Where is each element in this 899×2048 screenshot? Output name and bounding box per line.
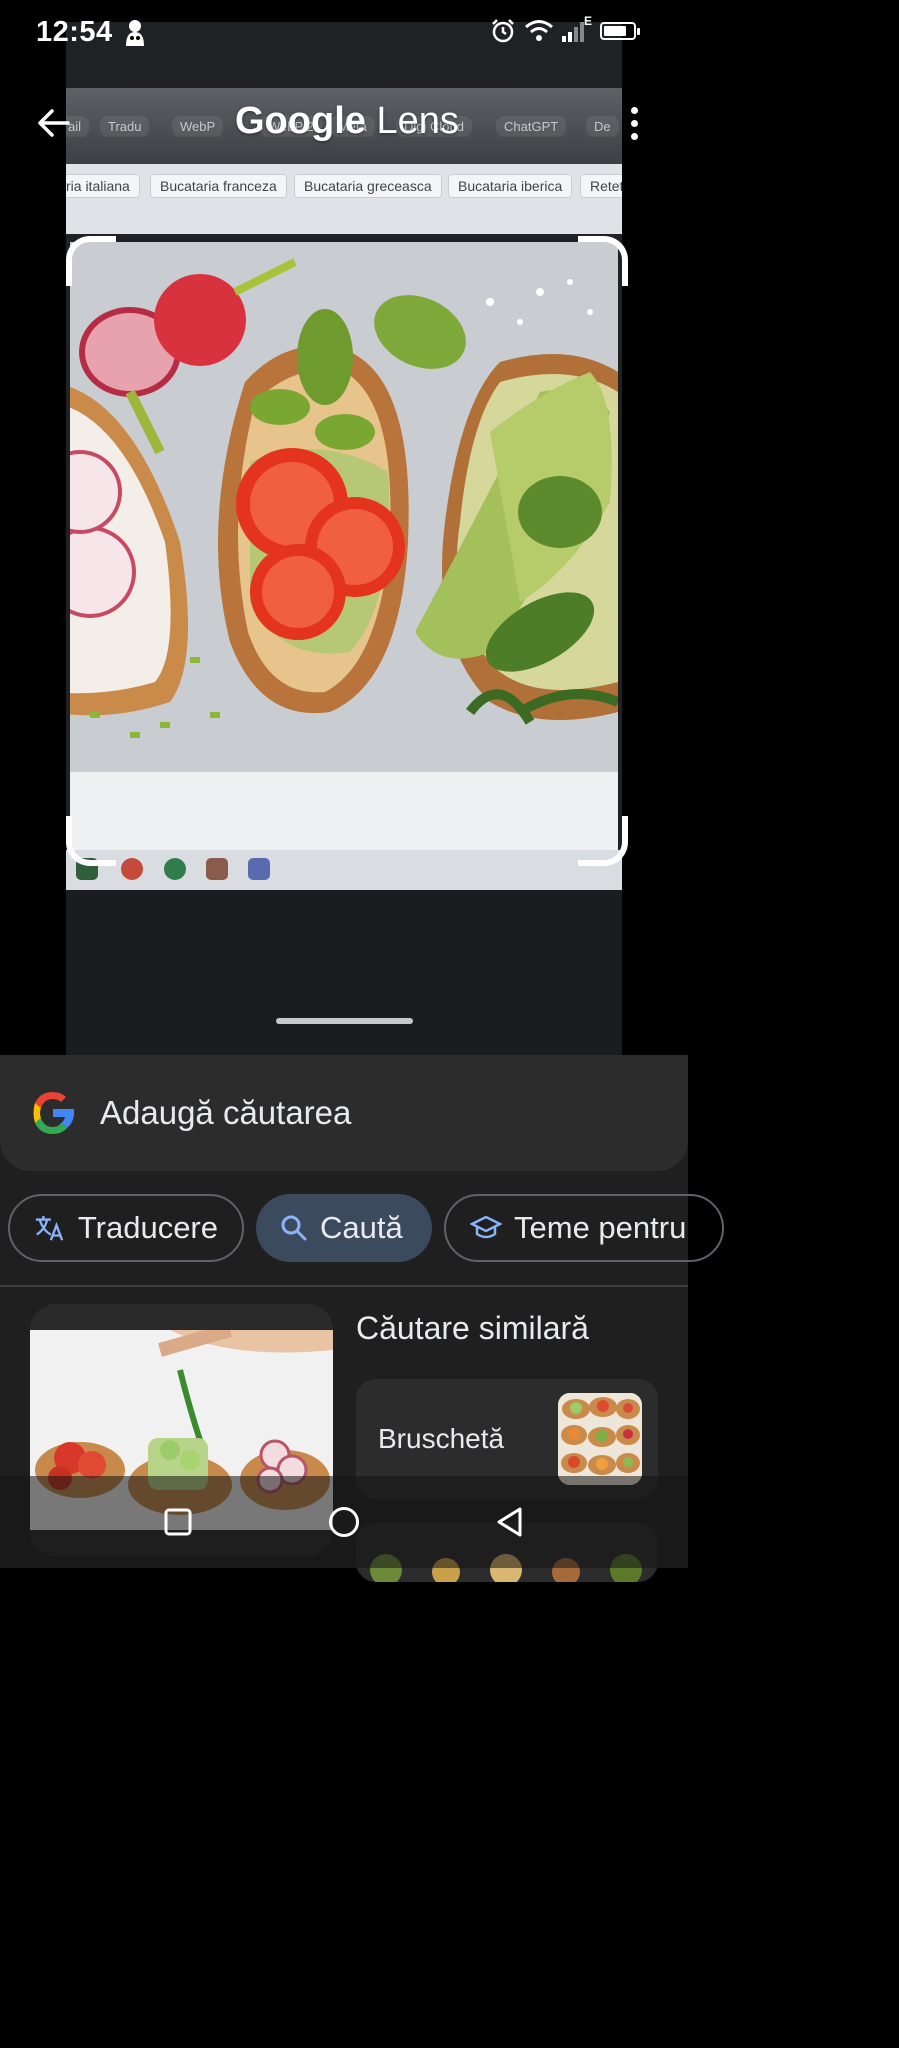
similar-search-title: Căutare similară — [356, 1310, 589, 1346]
similar-item-thumbnail — [558, 1393, 642, 1485]
photo-tab: Bucataria iberica — [448, 174, 573, 198]
photo-dark-area — [66, 890, 622, 1056]
taskbar-app-icon — [248, 858, 270, 880]
battery-fill — [604, 26, 627, 36]
photo-tab: Bucataria greceasca — [294, 174, 442, 198]
alarm-icon — [492, 19, 514, 43]
translate-chip[interactable]: Traducere — [8, 1194, 244, 1262]
photo-bookmark: Tradu — [100, 116, 150, 137]
photo-white-area — [70, 772, 618, 850]
crop-corner-top-right[interactable] — [578, 236, 628, 286]
google-g-icon — [30, 1090, 76, 1136]
drag-handle[interactable] — [276, 1018, 413, 1024]
more-options-button[interactable] — [616, 100, 652, 146]
photo-category-tabs: ria italiana Bucataria franceza Bucatari… — [66, 164, 622, 234]
search-chip[interactable]: Caută — [256, 1194, 432, 1262]
recents-square-icon — [164, 1508, 192, 1536]
battery-icon — [600, 22, 640, 40]
title-google: Google — [235, 100, 366, 142]
divider — [0, 1285, 688, 1287]
title-lens: Lens — [376, 100, 459, 142]
status-time: 12:54 — [36, 16, 113, 48]
chip-label: Caută — [320, 1210, 403, 1245]
photo-bookmark: WebP — [172, 116, 224, 137]
crop-corner-bottom-left[interactable] — [66, 816, 116, 866]
chip-label: Traducere — [77, 1210, 218, 1245]
translate-icon — [35, 1215, 64, 1241]
back-button[interactable] — [30, 100, 76, 146]
notification-icon — [122, 18, 148, 53]
arrow-back-icon — [38, 109, 70, 137]
home-circle-icon — [329, 1507, 359, 1537]
taskbar-app-icon — [206, 858, 228, 880]
signal-icon: E — [562, 14, 592, 42]
taskbar-app-icon — [121, 858, 143, 880]
photo-tab: ria italiana — [66, 174, 140, 198]
photo-tab: Retet — [580, 174, 622, 198]
more-vert-icon — [630, 106, 638, 114]
crop-corner-bottom-right[interactable] — [578, 816, 628, 866]
status-icons: E — [490, 14, 640, 44]
app-title: Google Lens — [235, 100, 459, 143]
photo-taskbar — [66, 850, 622, 890]
whatsapp-icon — [164, 858, 186, 880]
recents-button[interactable] — [152, 1496, 204, 1548]
school-icon — [470, 1215, 502, 1239]
home-button[interactable] — [318, 1496, 370, 1548]
bruschetta-image — [70, 242, 618, 772]
search-input[interactable]: Adaugă căutarea — [100, 1094, 351, 1132]
photo-bookmark: ChatGPT — [496, 116, 567, 137]
chip-label: Teme pentru — [514, 1210, 687, 1245]
back-triangle-icon — [497, 1507, 522, 1537]
photo-tab: Bucataria franceza — [150, 174, 287, 198]
network-type: E — [583, 14, 592, 28]
wifi-icon — [525, 20, 553, 41]
similar-item-label: Bruschetă — [378, 1423, 505, 1454]
homework-chip[interactable]: Teme pentru — [444, 1194, 724, 1262]
search-icon — [281, 1215, 307, 1241]
photo-bookmark: De — [586, 116, 619, 137]
nav-back-button[interactable] — [484, 1496, 536, 1548]
crop-corner-top-left[interactable] — [66, 236, 116, 286]
captured-photo[interactable]: ail Tradu WebP WebP 2 Meta Digi Cloud Ch… — [66, 22, 622, 1056]
